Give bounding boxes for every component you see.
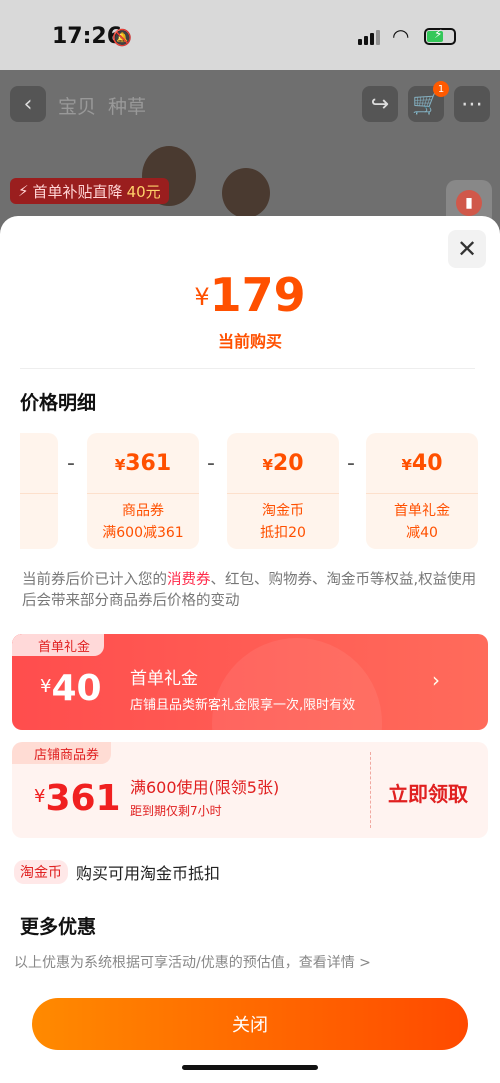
background-page: ‹ 宝贝 种草 ↪ 🛒 1 ⋯ ⚡ 首单补贴直降 40元 ▮	[0, 70, 500, 230]
bar-chart-icon: ▮	[456, 190, 482, 216]
coupon-desc: 店铺且品类新客礼金限享一次,限时有效	[130, 698, 356, 713]
price-detail-sheet: ✕ ¥179 当前购买 价格明细 ¥0 前 - ¥361 商品券 满600减36…	[0, 216, 500, 1083]
first-order-coupon[interactable]: 首单礼金 ¥40 首单礼金 店铺且品类新客礼金限享一次,限时有效 ›	[12, 634, 488, 730]
price-breakdown: ¥0 前 - ¥361 商品券 满600减361 - ¥20 淘金币 抵扣20 …	[20, 433, 480, 551]
share-icon[interactable]: ↪	[362, 86, 398, 122]
cart-icon[interactable]: 🛒 1	[408, 81, 449, 122]
minus-sign: -	[347, 451, 355, 476]
status-bar: 17:26 🔕 ◠ ⚡	[0, 0, 500, 70]
home-indicator	[182, 1065, 318, 1070]
close-icon[interactable]: ✕	[448, 230, 486, 268]
current-price: ¥179	[0, 268, 500, 322]
consumer-coupon-link[interactable]: 消费券	[167, 572, 211, 588]
breakdown-title: 价格明细	[20, 392, 97, 414]
price-note: 当前券后价已计入您的消费券、红包、购物券、淘金币等权益,权益使用后会带来部分商品…	[22, 572, 477, 609]
taojinbi-row: 淘金币 购买可用淘金币抵扣	[14, 860, 220, 884]
minus-sign: -	[67, 451, 75, 476]
divider	[20, 368, 475, 369]
coin-tag: 淘金币	[14, 860, 68, 884]
promo-tag: ⚡ 首单补贴直降 40元	[10, 178, 169, 204]
price-value: 179	[209, 268, 306, 322]
breakdown-card: ¥40 首单礼金 减40	[366, 433, 478, 549]
wifi-icon: ◠	[392, 24, 410, 48]
cart-badge: 1	[433, 81, 449, 97]
more-icon[interactable]: ⋯	[454, 86, 490, 122]
promo-prefix: 首单补贴直降	[32, 182, 123, 201]
coupon-title: 满600使用(限领5张)	[130, 778, 280, 797]
shop-coupon: 店铺商品券 ¥361 满600使用(限领5张) 距到期仅剩7小时 立即领取	[12, 742, 488, 838]
battery-icon: ⚡	[424, 27, 456, 45]
claim-button[interactable]: 立即领取	[388, 778, 468, 807]
price-symbol: ¥	[194, 283, 210, 311]
coupon-title: 首单礼金	[130, 669, 198, 689]
coin-text: 购买可用淘金币抵扣	[76, 864, 221, 883]
coupon-tag: 首单礼金	[12, 634, 105, 656]
breakdown-card: ¥20 淘金币 抵扣20	[227, 433, 339, 549]
breakdown-card: ¥361 商品券 满600减361	[87, 433, 199, 549]
signal-icon	[358, 30, 380, 45]
mute-bell-icon: 🔕	[112, 28, 132, 47]
back-icon[interactable]: ‹	[10, 86, 46, 122]
tab-baobei[interactable]: 宝贝	[58, 92, 96, 119]
close-button[interactable]: 关闭	[32, 998, 468, 1050]
price-label: 当前购买	[217, 332, 282, 351]
tab-zhongcao[interactable]: 种草	[108, 92, 146, 119]
breakdown-card: ¥0 前	[20, 433, 58, 549]
coupon-amount: ¥40	[40, 668, 102, 709]
promo-amount: 40元	[126, 182, 161, 201]
coupon-expire: 距到期仅剩7小时	[130, 804, 222, 818]
more-offers-details-link[interactable]: 以上优惠为系统根据可享活动/优惠的预估值，查看详情 >	[14, 952, 371, 972]
product-image-person	[222, 168, 270, 218]
coupon-tag: 店铺商品券	[12, 742, 112, 764]
chevron-right-icon: ›	[432, 668, 440, 692]
minus-sign: -	[207, 451, 215, 476]
bolt-icon: ⚡	[18, 182, 29, 200]
more-offers-title: 更多优惠	[20, 916, 97, 938]
coupon-amount: ¥361	[34, 778, 121, 819]
